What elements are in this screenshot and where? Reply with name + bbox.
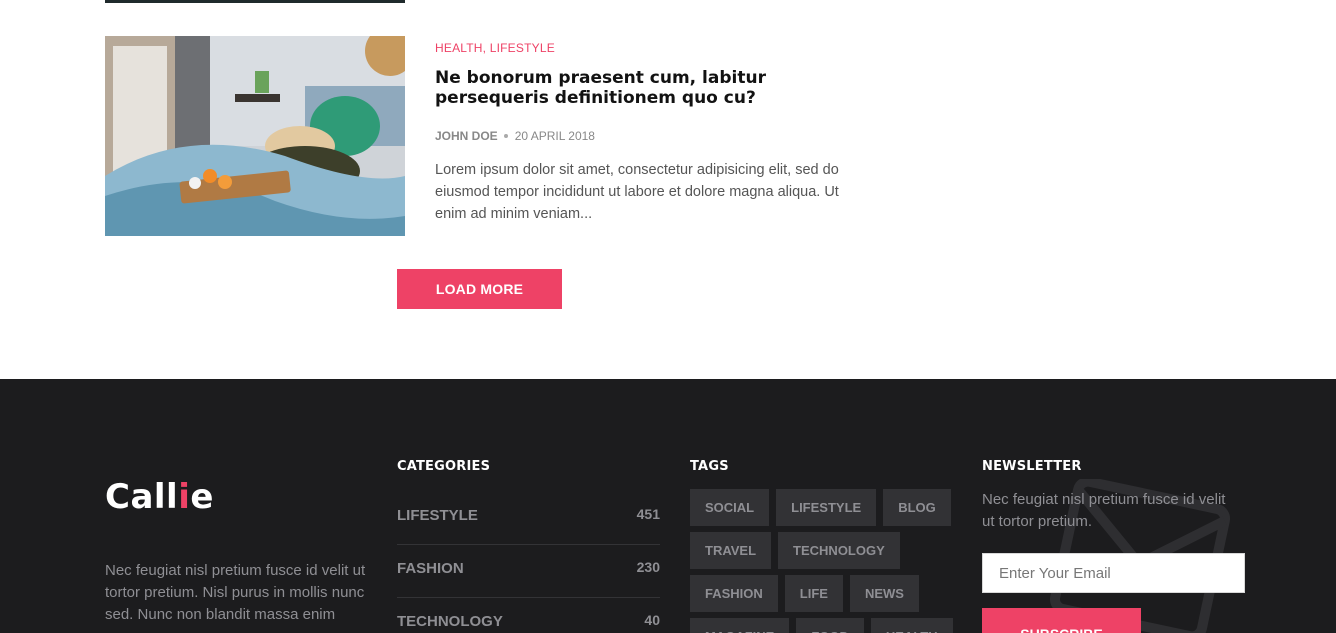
post-title[interactable]: Ne bonorum praesent cum, labitur persequ… (435, 68, 835, 108)
post-date: 20 APRIL 2018 (514, 129, 595, 143)
logo-text-part: e (190, 477, 214, 517)
post-card: HEALTH, LIFESTYLE Ne bonorum praesent cu… (105, 36, 865, 236)
footer-category-list: LIFESTYLE 451 FASHION 230 TECHNOLOGY 40 (397, 492, 660, 633)
category-count: 40 (644, 612, 660, 628)
footer-about-text: Nec feugiat nisl pretium fusce id velit … (105, 562, 366, 633)
category-name[interactable]: TECHNOLOGY (397, 613, 503, 630)
category-link-health[interactable]: HEALTH (435, 41, 483, 55)
newsletter-heading: NEWSLETTER (982, 459, 1082, 474)
footer-logo[interactable]: Callie (105, 477, 214, 517)
logo-accent-letter: i (178, 477, 191, 517)
category-name[interactable]: FASHION (397, 560, 464, 577)
woman-in-bed-photo (105, 36, 405, 236)
previous-post-image-edge (105, 0, 405, 3)
site-footer: Callie Nec feugiat nisl pretium fusce id… (0, 379, 1336, 633)
category-item[interactable]: FASHION 230 (397, 545, 660, 598)
tag-magazine[interactable]: MAGAZINE (690, 618, 790, 633)
load-more-button[interactable]: LOAD MORE (397, 269, 562, 309)
newsletter-description: Nec feugiat nisl pretium fusce id velit … (982, 491, 1226, 530)
category-item[interactable]: TECHNOLOGY 40 (397, 598, 660, 633)
post-author[interactable]: JOHN DOE (435, 129, 498, 143)
tag-food[interactable]: FOOD (796, 618, 864, 633)
post-categories: HEALTH, LIFESTYLE (435, 41, 555, 55)
tag-blog[interactable]: BLOG (883, 489, 951, 526)
meta-separator-dot (503, 133, 508, 138)
tag-fashion[interactable]: FASHION (690, 575, 778, 612)
tag-news[interactable]: NEWS (849, 575, 919, 612)
footer-tag-cloud: SOCIAL LIFESTYLE BLOG TRAVEL TECHNOLOGY … (690, 489, 960, 633)
category-link-lifestyle[interactable]: LIFESTYLE (490, 41, 555, 55)
tag-technology[interactable]: TECHNOLOGY (778, 532, 900, 569)
tag-travel[interactable]: TRAVEL (690, 532, 772, 569)
subscribe-button[interactable]: SUBSCRIBE (982, 608, 1141, 633)
newsletter-email-input[interactable] (982, 553, 1245, 593)
category-count: 230 (636, 559, 660, 575)
category-item[interactable]: LIFESTYLE 451 (397, 492, 660, 545)
categories-heading: CATEGORIES (397, 459, 491, 474)
logo-text-part: Call (105, 477, 179, 517)
category-name[interactable]: LIFESTYLE (397, 507, 478, 524)
tags-heading: TAGS (690, 459, 729, 474)
tag-life[interactable]: LIFE (784, 575, 843, 612)
post-thumbnail[interactable] (105, 36, 405, 236)
tag-social[interactable]: SOCIAL (690, 489, 770, 526)
tag-health[interactable]: HEALTH (870, 618, 953, 633)
post-meta: JOHN DOE 20 APRIL 2018 (435, 129, 865, 143)
category-count: 451 (636, 506, 660, 522)
tag-lifestyle[interactable]: LIFESTYLE (776, 489, 877, 526)
post-excerpt: Lorem ipsum dolor sit amet, consectetur … (435, 162, 839, 222)
